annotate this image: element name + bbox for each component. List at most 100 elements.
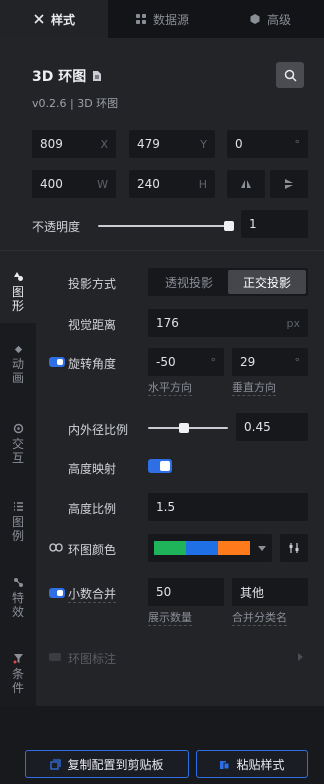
advanced-icon	[250, 14, 260, 24]
height-unit: H	[198, 177, 207, 191]
merge-category-input[interactable]: 其他	[232, 578, 308, 606]
y-input[interactable]: 479 Y	[129, 130, 215, 158]
sidebar-item-animation-label: 动画	[12, 357, 25, 385]
y-value: 479	[137, 137, 160, 151]
opacity-slider-thumb[interactable]	[224, 221, 234, 231]
height-ratio-label: 高度比例	[68, 502, 117, 516]
paste-style-label: 粘贴样式	[236, 757, 285, 772]
opacity-value: 1	[249, 217, 257, 231]
projection-toggle: 透视投影 正交投影	[148, 268, 308, 296]
sidebar-item-legend-label: 图例	[12, 515, 25, 543]
search-button[interactable]	[276, 62, 304, 88]
component-version: v0.2.6 | 3D 环图	[32, 97, 119, 110]
document-icon	[93, 71, 102, 81]
y-unit: Y	[200, 137, 207, 151]
merge-category-value: 其他	[240, 585, 265, 600]
display-count-input[interactable]: 50	[148, 578, 224, 606]
sidebar-item-condition[interactable]: 条件	[0, 653, 36, 703]
copy-icon	[50, 758, 62, 770]
sidebar-item-interaction-label: 交互	[12, 437, 25, 465]
tab-datasource[interactable]: 数据源	[108, 0, 216, 38]
interaction-icon	[13, 423, 23, 434]
projection-option-perspective[interactable]: 透视投影	[150, 270, 228, 294]
horizontal-angle-input[interactable]: -50 °	[148, 348, 224, 376]
rotation-value: 0	[235, 137, 243, 151]
paste-icon	[220, 760, 230, 769]
horizontal-angle-value: -50	[156, 355, 176, 369]
view-distance-input[interactable]: 176 px	[148, 309, 308, 337]
opacity-label: 不透明度	[32, 220, 81, 234]
ring-annotation-toggle[interactable]	[49, 653, 61, 661]
flip-horizontal-button[interactable]	[227, 170, 265, 198]
chevron-down-icon	[258, 545, 266, 551]
chevron-right-icon[interactable]	[298, 653, 303, 661]
effects-icon	[13, 578, 23, 587]
tab-datasource-label: 数据源	[152, 12, 189, 27]
projection-option-orthographic[interactable]: 正交投影	[228, 270, 306, 294]
radius-ratio-value: 0.45	[244, 420, 271, 434]
sidebar-item-shape-label: 图形	[12, 285, 25, 313]
view-distance-unit: px	[286, 316, 301, 330]
color-swatch-green	[154, 541, 186, 555]
color-settings-button[interactable]	[280, 534, 308, 562]
width-unit: W	[97, 177, 108, 191]
x-value: 809	[40, 137, 63, 151]
rotation-input[interactable]: 0 °	[227, 130, 308, 158]
decimal-merge-label: 小数合并	[68, 587, 117, 603]
flip-vertical-icon	[285, 179, 293, 189]
vertical-angle-value: 29	[240, 355, 256, 369]
radius-ratio-slider-thumb[interactable]	[179, 423, 189, 433]
sidebar-item-interaction[interactable]: 交互	[0, 423, 36, 467]
sidebar-item-legend[interactable]: 图例	[0, 501, 36, 545]
height-ratio-input[interactable]: 1.5	[148, 493, 308, 521]
opacity-input[interactable]: 1	[241, 210, 308, 238]
width-value: 400	[40, 177, 63, 191]
settings-sidebar: 图形 动画 交互 图例 特效 条件	[0, 251, 36, 706]
x-input[interactable]: 809 X	[32, 130, 116, 158]
link-icon	[49, 543, 63, 552]
flip-vertical-button[interactable]	[270, 170, 308, 198]
opacity-slider-track[interactable]	[98, 225, 230, 227]
datasource-icon	[135, 14, 146, 24]
horizontal-angle-unit: °	[210, 355, 217, 369]
paste-style-button[interactable]: 粘贴样式	[196, 750, 308, 778]
component-title: 3D 环图	[32, 66, 102, 86]
tab-advanced[interactable]: 高级	[216, 0, 324, 38]
width-input[interactable]: 400 W	[32, 170, 116, 198]
merge-category-label: 合并分类名	[232, 611, 287, 626]
ring-color-label: 环图颜色	[68, 543, 117, 557]
height-value: 240	[137, 177, 160, 191]
legend-icon	[13, 502, 23, 511]
ring-color-picker[interactable]	[148, 534, 272, 562]
adjust-icon	[289, 543, 299, 553]
sidebar-item-effects[interactable]: 特效	[0, 577, 36, 621]
tab-style[interactable]: 样式	[0, 0, 108, 38]
style-icon	[34, 14, 44, 24]
display-count-label: 展示数量	[148, 611, 192, 626]
copy-config-button[interactable]: 复制配置到剪贴板	[25, 750, 189, 778]
search-icon	[284, 69, 297, 82]
ring-annotation-label: 环图标注	[68, 652, 117, 666]
view-distance-value: 176	[156, 316, 179, 330]
rotation-angle-toggle[interactable]	[49, 357, 65, 367]
x-unit: X	[100, 137, 108, 151]
height-input[interactable]: 240 H	[129, 170, 215, 198]
display-count-value: 50	[156, 585, 172, 599]
horizontal-direction-label: 水平方向	[148, 381, 192, 396]
flip-horizontal-icon	[241, 180, 251, 188]
sidebar-item-shape[interactable]: 图形	[0, 251, 36, 323]
tab-advanced-label: 高级	[266, 12, 291, 27]
vertical-angle-input[interactable]: 29 °	[232, 348, 308, 376]
decimal-merge-toggle[interactable]	[49, 588, 65, 598]
sidebar-item-effects-label: 特效	[12, 591, 25, 619]
view-distance-label: 视觉距离	[68, 318, 117, 332]
height-mapping-toggle[interactable]	[148, 459, 172, 473]
radius-ratio-input[interactable]: 0.45	[236, 413, 308, 441]
projection-label: 投影方式	[68, 277, 117, 291]
top-tabs: 样式 数据源 高级	[0, 0, 324, 38]
component-title-text: 3D 环图	[32, 69, 87, 85]
radius-ratio-label: 内外径比例	[68, 423, 129, 437]
sidebar-item-animation[interactable]: 动画	[0, 345, 36, 385]
height-mapping-label: 高度映射	[68, 462, 117, 476]
sidebar-item-condition-label: 条件	[12, 667, 25, 695]
